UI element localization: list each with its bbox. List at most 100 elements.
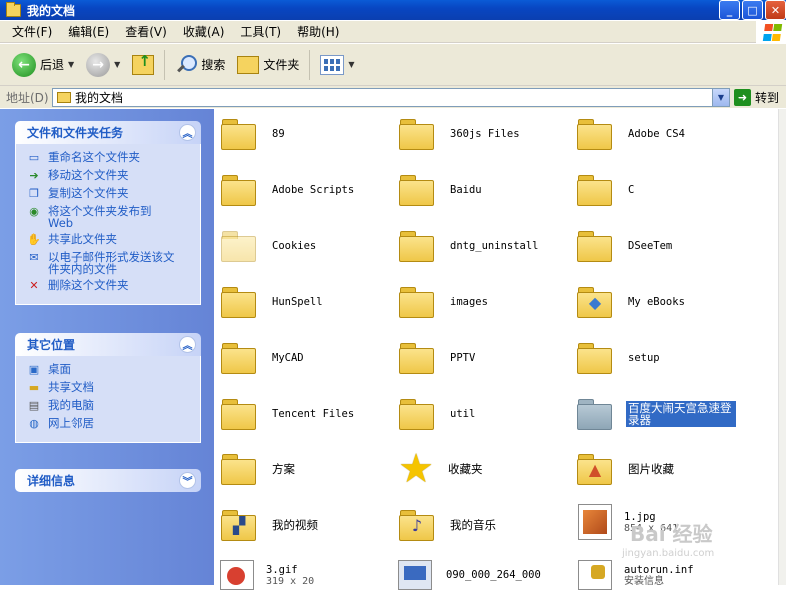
share-icon: ✋: [27, 233, 41, 246]
file-name: autorun.inf: [624, 563, 694, 576]
place-my-computer[interactable]: ▤ 我的电脑: [26, 399, 194, 413]
minimize-button[interactable]: _: [719, 0, 740, 20]
watermark-url: jingyan.baidu.com: [622, 548, 715, 559]
chevron-down-icon[interactable]: ▼: [348, 60, 354, 69]
folder-icon: ▬: [28, 381, 40, 394]
folder-item[interactable]: util: [398, 397, 475, 431]
panel-header[interactable]: 详细信息 ︾: [15, 469, 201, 492]
baidu-watermark: Bai 经验: [630, 522, 713, 546]
folder-item[interactable]: setup: [576, 341, 660, 375]
back-button[interactable]: ← 后退 ▼: [6, 48, 80, 82]
panel-header[interactable]: 文件和文件夹任务 ︽: [15, 121, 201, 144]
folder-item[interactable]: Adobe Scripts: [220, 173, 354, 207]
address-input[interactable]: 我的文档 ▼: [52, 87, 730, 107]
image-file-icon: [578, 504, 612, 540]
place-desktop[interactable]: ▣ 桌面: [26, 363, 194, 377]
folder-item[interactable]: images: [398, 285, 488, 319]
expand-chevron-icon[interactable]: ︾: [179, 472, 196, 489]
menu-favorites[interactable]: 收藏(A): [175, 23, 233, 40]
music-folder-icon: ♪: [398, 508, 436, 542]
up-button[interactable]: [126, 48, 160, 82]
folder-name: 我的音乐: [450, 518, 496, 532]
rename-icon: ▭: [28, 151, 40, 164]
folder-item[interactable]: DSeeTem: [576, 229, 672, 263]
address-label: 地址(D): [6, 90, 49, 105]
place-network[interactable]: ◍ 网上邻居: [26, 417, 194, 431]
place-shared-docs[interactable]: ▬ 共享文档: [26, 381, 194, 395]
folder-item[interactable]: Baidu: [398, 173, 482, 207]
menu-tools[interactable]: 工具(T): [232, 23, 289, 40]
folder-icon: [576, 397, 614, 431]
folder-item[interactable]: Adobe CS4: [576, 117, 685, 151]
folder-item[interactable]: dntg_uninstall: [398, 229, 539, 263]
views-button[interactable]: ▼: [314, 48, 360, 82]
folder-name: setup: [628, 352, 660, 364]
file-name: 090_000_264_000: [446, 569, 541, 581]
folder-item[interactable]: ▞ 我的视频: [220, 508, 318, 542]
task-publish[interactable]: ◉ 将这个文件夹发布到 Web: [26, 205, 194, 229]
task-rename[interactable]: ▭ 重命名这个文件夹: [26, 151, 194, 165]
desktop-icon: ▣: [28, 363, 40, 376]
chevron-down-icon[interactable]: ▼: [114, 60, 120, 69]
folder-icon: [398, 285, 436, 319]
folder-item-selected[interactable]: 百度大闹天宫急速登录器: [576, 397, 736, 431]
folder-item[interactable]: PPTV: [398, 341, 475, 375]
folder-icon: [220, 397, 258, 431]
folders-button[interactable]: 文件夹: [231, 48, 305, 82]
place-label: 共享文档: [48, 380, 94, 394]
folder-item[interactable]: ▲ 图片收藏: [576, 452, 674, 486]
copy-icon: ❐: [29, 187, 39, 200]
folder-item[interactable]: 360js Files: [398, 117, 520, 151]
chevron-down-icon[interactable]: ▼: [712, 88, 729, 106]
collapse-chevron-icon[interactable]: ︽: [179, 124, 196, 141]
file-item[interactable]: 3.gif 319 x 20: [220, 560, 314, 590]
task-delete[interactable]: ✕ 删除这个文件夹: [26, 279, 194, 293]
task-label: 移动这个文件夹: [48, 168, 129, 182]
folder-item[interactable]: ♪ 我的音乐: [398, 508, 496, 542]
file-item[interactable]: autorun.inf 安装信息: [578, 560, 694, 590]
settings-file-icon: [578, 560, 612, 590]
folder-icon: [576, 117, 614, 151]
folder-item[interactable]: ◆ My eBooks: [576, 285, 685, 319]
menu-view[interactable]: 查看(V): [117, 23, 175, 40]
forward-button[interactable]: → ▼: [80, 48, 126, 82]
folder-item[interactable]: 方案: [220, 452, 295, 486]
collapse-chevron-icon[interactable]: ︽: [179, 336, 196, 353]
folder-item[interactable]: Tencent Files: [220, 397, 354, 431]
search-button[interactable]: 搜索: [169, 48, 231, 82]
vertical-scrollbar[interactable]: [778, 109, 786, 585]
maximize-button[interactable]: □: [742, 0, 763, 20]
task-email[interactable]: ✉ 以电子邮件形式发送该文件夹内的文件: [26, 251, 194, 275]
folder-name: C: [628, 184, 635, 196]
folder-item[interactable]: C: [576, 173, 634, 207]
task-copy[interactable]: ❐ 复制这个文件夹: [26, 187, 194, 201]
ebooks-folder-icon: ◆: [576, 285, 614, 319]
menu-help[interactable]: 帮助(H): [289, 23, 347, 40]
chevron-down-icon[interactable]: ▼: [68, 60, 74, 69]
favorites-item[interactable]: ★ 收藏夹: [396, 446, 482, 492]
task-share[interactable]: ✋ 共享此文件夹: [26, 233, 194, 247]
pictures-folder-icon: ▲: [576, 452, 614, 486]
folder-item[interactable]: Cookies: [220, 229, 316, 263]
task-label: 删除这个文件夹: [48, 278, 129, 292]
folder-name: 我的视频: [272, 518, 318, 532]
folder-item[interactable]: MyCAD: [220, 341, 304, 375]
task-move[interactable]: ➔ 移动这个文件夹: [26, 169, 194, 183]
file-item[interactable]: 090_000_264_000: [398, 560, 541, 590]
folder-item[interactable]: 89: [220, 117, 285, 151]
folder-icon: [576, 173, 614, 207]
menu-edit[interactable]: 编辑(E): [60, 23, 117, 40]
folder-icon: [398, 117, 436, 151]
folder-icon: [398, 229, 436, 263]
go-button[interactable]: ➜ 转到: [734, 88, 779, 106]
folder-icon: [576, 229, 614, 263]
folder-name: DSeeTem: [628, 240, 673, 252]
gif-file-icon: [220, 560, 254, 590]
search-icon: [175, 54, 198, 76]
close-button[interactable]: ✕: [765, 0, 786, 20]
menu-file[interactable]: 文件(F): [4, 23, 60, 40]
panel-header[interactable]: 其它位置 ︽: [15, 333, 201, 356]
task-pane: 文件和文件夹任务 ︽ ▭ 重命名这个文件夹 ➔ 移动这个文件夹 ❐ 复制这个文件夹 ◉…: [0, 109, 214, 585]
views-icon: [320, 54, 345, 75]
folder-item[interactable]: HunSpell: [220, 285, 323, 319]
